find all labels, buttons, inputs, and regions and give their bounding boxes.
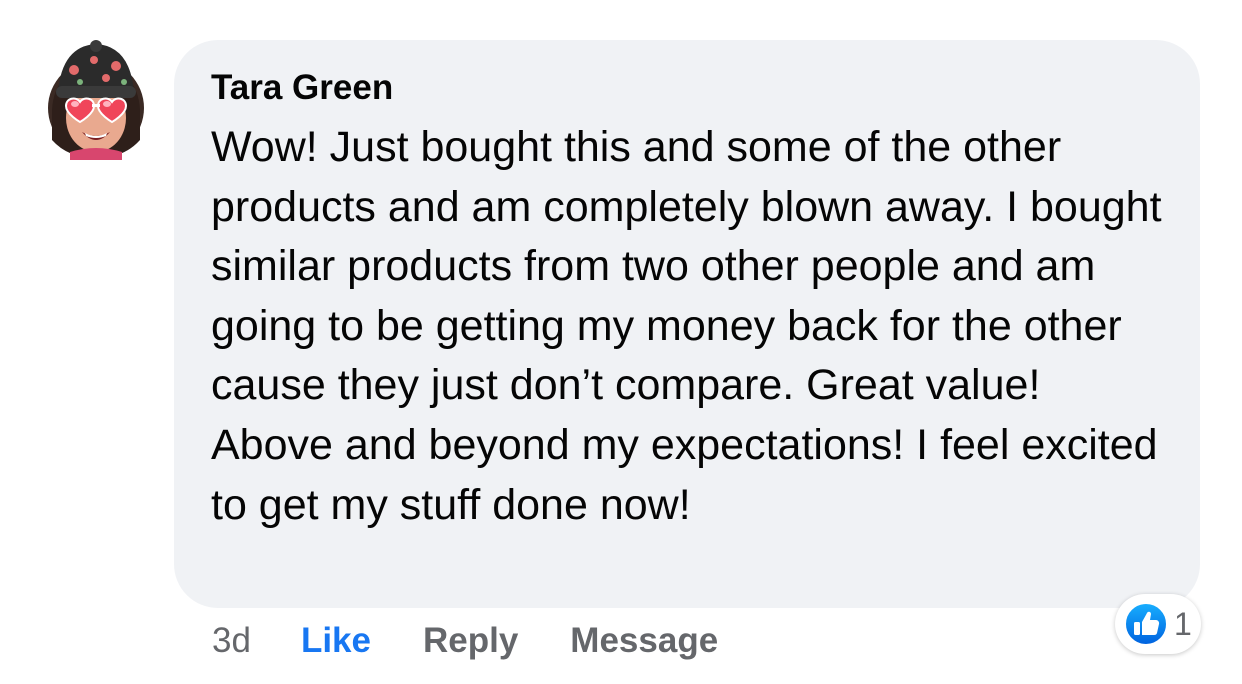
- like-button[interactable]: Like: [301, 621, 371, 661]
- reaction-count-badge[interactable]: 1: [1115, 594, 1201, 654]
- like-icon: [1124, 602, 1168, 646]
- comment-bubble: Tara Green Wow! Just bought this and som…: [174, 40, 1200, 608]
- reply-button[interactable]: Reply: [423, 621, 518, 661]
- comment-text: Wow! Just bought this and some of the ot…: [211, 123, 1162, 529]
- message-button[interactable]: Message: [570, 621, 718, 661]
- comment-actions: 3d Like Reply Message: [212, 617, 770, 665]
- author-avatar[interactable]: [44, 40, 148, 160]
- comment-author-name[interactable]: Tara Green: [211, 68, 1170, 108]
- reaction-count: 1: [1174, 605, 1192, 642]
- comment-timestamp[interactable]: 3d: [212, 621, 251, 661]
